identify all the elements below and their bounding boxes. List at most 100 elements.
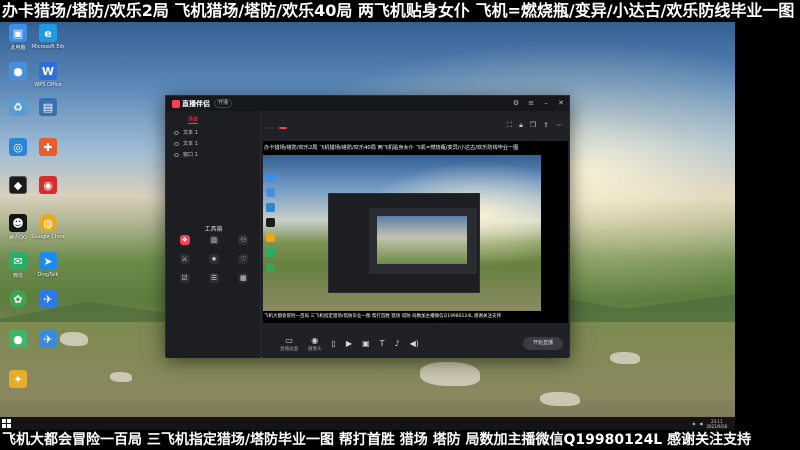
gift-icon: ❖ — [179, 235, 190, 245]
bottom-banner-text: 飞机大都会冒险一百局 三飞机指定猎场/塔防毕业一图 帮打首胜 猎场 塔防 局数加… — [0, 430, 800, 450]
window-titlebar[interactable]: 直播伴侣 开播 ⚙ ≡ – ✕ — [166, 96, 569, 111]
meta-chip[interactable] — [266, 127, 274, 129]
wechat-icon: ✉ — [9, 252, 27, 270]
preview-desktop-icons — [266, 173, 278, 278]
preview-black-bar — [541, 155, 568, 311]
tab-scenes[interactable]: 场景 — [188, 116, 199, 124]
vote-icon: ☑ — [179, 273, 190, 283]
desktop-icon-wps[interactable]: W WPS Office — [32, 62, 64, 88]
tool-volume[interactable]: ◀) — [410, 339, 419, 349]
preview-icon — [266, 218, 275, 227]
desktop-icon-bird[interactable]: ✈ — [32, 290, 64, 310]
tool-vote[interactable]: ☑ — [170, 273, 199, 285]
preview-icon — [266, 263, 275, 272]
desktop-icon-chrome[interactable]: ◍ Google Chrome — [32, 214, 64, 240]
tool-gift[interactable]: ❖ — [170, 235, 199, 247]
volume-icon: ◀) — [409, 338, 419, 348]
toolbox-grid: ❖ ▥ ⚇ ⚔ ★ ♡ ☑ ☰ ▦ — [170, 235, 258, 285]
start-live-button[interactable]: 开始直播 — [523, 337, 563, 350]
eye-icon[interactable] — [174, 141, 179, 146]
header-actions: ⛶ 🔒︎ ❐ ⇪ ⋯ — [507, 121, 563, 130]
minimize-icon[interactable]: – — [542, 99, 550, 107]
share-icon[interactable]: ⇪ — [543, 121, 549, 130]
live-preview[interactable]: 办卡猎场/塔防/欢乐2局 飞机猎场/塔防/欢乐40局 两飞机贴身女仆 飞机=燃烧… — [263, 141, 568, 323]
desktop-icon-plane[interactable]: ✈ — [32, 330, 64, 350]
preview-nested-window — [328, 193, 480, 293]
right-black-bar — [735, 22, 800, 417]
start-button[interactable] — [0, 417, 13, 430]
preview-icon — [266, 188, 275, 197]
desktop-icon-app2[interactable]: ✿ — [2, 290, 34, 310]
tool-phone[interactable]: ▯ — [332, 339, 336, 349]
fullscreen-icon[interactable]: ⛶ — [507, 121, 512, 130]
calendar-icon: ▦ — [238, 273, 249, 283]
close-icon[interactable]: ✕ — [557, 99, 565, 107]
stream-meta — [266, 127, 292, 129]
window-controls: ⚙ ≡ – ✕ — [512, 99, 565, 107]
network-tray-icon[interactable]: ◈ — [692, 421, 695, 426]
desktop-icon-network[interactable]: ◎ — [2, 138, 34, 158]
network-icon: ◎ — [9, 138, 27, 156]
meta-chip-hot[interactable] — [279, 127, 287, 129]
scene-item[interactable]: 文本 1 — [166, 138, 260, 149]
desktop-icon-dingtalk[interactable]: ➤ DingTalk — [32, 252, 64, 278]
settings-icon[interactable]: ⚙ — [512, 99, 520, 107]
tool-chart[interactable]: ▥ — [199, 235, 228, 247]
tool-play[interactable]: ▶ — [346, 339, 352, 349]
tool-text[interactable]: T — [380, 339, 385, 349]
preview-icon — [266, 173, 275, 182]
wallpaper-rock — [60, 332, 88, 346]
clock[interactable]: 23:11 2021/9/28 — [706, 419, 727, 429]
desktop-icon-app[interactable]: ▤ — [32, 98, 64, 118]
phone-icon: ▯ — [331, 338, 336, 348]
desktop-icon-wechat[interactable]: ✉ 微信 — [2, 252, 34, 279]
desktop-icon-person[interactable]: ● — [2, 62, 34, 82]
desktop-icon-edge[interactable]: e Microsoft Edge — [32, 24, 64, 50]
system-tray: ◈ ◀ 23:11 2021/9/28 — [688, 417, 727, 430]
camera-icon: ◉ — [311, 335, 319, 345]
tool-task[interactable]: ☰ — [199, 273, 228, 285]
eye-icon[interactable] — [174, 152, 179, 157]
desktop-icon-netease[interactable]: ◉ — [32, 176, 64, 196]
tool-mic[interactable]: ♪ — [395, 339, 400, 349]
netease-icon: ◉ — [39, 176, 57, 194]
volume-tray-icon[interactable]: ◀ — [699, 421, 702, 426]
screen: 办卡猎场/塔防/欢乐2局 飞机猎场/塔防/欢乐40局 两飞机贴身女仆 飞机=燃烧… — [0, 0, 800, 450]
computer-icon: ▣ — [9, 24, 27, 42]
scene-item[interactable]: 文本 1 — [166, 127, 260, 138]
title-badge[interactable]: 开播 — [214, 99, 233, 108]
tool-screen[interactable]: ▭ 直播画面 — [280, 336, 298, 352]
tool-wish[interactable]: ♡ — [229, 254, 258, 266]
desktop-icon-recycle[interactable]: ♻ — [2, 98, 34, 118]
scene-item[interactable]: 窗口 1 — [166, 149, 260, 160]
lock-icon[interactable]: 🔒︎ — [519, 121, 523, 130]
tool-camera[interactable]: ◉ 摄像头 — [308, 336, 322, 352]
game2-icon: ● — [9, 330, 27, 348]
tool-link[interactable]: ⚇ — [229, 235, 258, 247]
copy-icon[interactable]: ❐ — [530, 121, 536, 130]
tool-image[interactable]: ▣ — [362, 339, 370, 349]
desktop-icon-tools[interactable]: ✚ — [32, 138, 64, 158]
play-icon: ▶ — [345, 338, 353, 348]
star-icon: ★ — [208, 254, 219, 264]
tool-star[interactable]: ★ — [199, 254, 228, 266]
plane-icon: ✈ — [39, 330, 57, 348]
menu-icon[interactable]: ≡ — [527, 99, 535, 107]
eye-icon[interactable] — [174, 130, 179, 135]
toolbox-title: 工具箱 — [204, 226, 223, 233]
tool-pk[interactable]: ⚔ — [170, 254, 199, 266]
more-icon[interactable]: ⋯ — [556, 121, 563, 130]
desktop-icon-game[interactable]: ◆ — [2, 176, 34, 196]
wallpaper-rock — [110, 372, 132, 382]
app-icon: ▤ — [39, 98, 57, 116]
desktop-icon-puzzle[interactable]: ✦ — [2, 370, 34, 390]
game-icon: ◆ — [9, 176, 27, 194]
tool-calendar[interactable]: ▦ — [229, 273, 258, 285]
preview-wallpaper — [263, 155, 541, 311]
link-icon: ⚇ — [238, 235, 249, 245]
desktop-icon-qq[interactable]: ☻ 腾讯QQ — [2, 214, 34, 241]
desktop-icon-computer[interactable]: ▣ 此电脑 — [2, 24, 34, 51]
puzzle-icon: ✦ — [9, 370, 27, 388]
app-logo: 直播伴侣 — [172, 99, 210, 109]
desktop-icon-game2[interactable]: ● — [2, 330, 34, 350]
